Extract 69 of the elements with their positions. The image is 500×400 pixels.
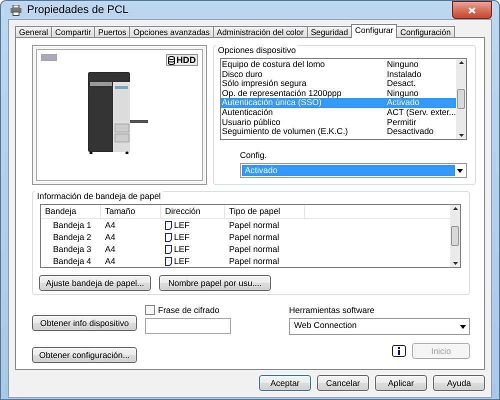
info-icon[interactable] <box>392 345 406 357</box>
checkbox[interactable] <box>145 305 155 315</box>
scrollbar[interactable] <box>456 59 466 139</box>
software-dropdown[interactable]: Web Connection <box>289 318 470 335</box>
checkbox-label: Frase de cifrado <box>158 305 220 315</box>
tab[interactable]: Compartir <box>51 26 96 38</box>
scrollbar[interactable] <box>450 205 460 267</box>
table-cell-text: A4 <box>104 255 116 267</box>
tray-button[interactable]: Nombre papel por usu.... <box>159 275 271 291</box>
table-cell-text: A4 <box>104 219 116 231</box>
caret-icon[interactable] <box>457 168 463 172</box>
get-info-button[interactable]: Obtener info dispositivo <box>32 315 137 331</box>
table-cell: LEF <box>161 219 225 231</box>
list-item[interactable]: Disco duro Instalado <box>220 70 456 80</box>
table-cell-text: Bandeja 4 <box>52 255 92 267</box>
column-header[interactable]: Bandeja <box>41 205 101 218</box>
tab[interactable]: Seguridad <box>306 26 352 38</box>
table-cell-text: Bandeja 2 <box>52 231 92 243</box>
list-item[interactable]: Usuario público Permitir <box>220 118 456 128</box>
thumbnail-icon <box>41 54 57 61</box>
close-icon <box>468 6 476 14</box>
hdd-badge: HDD <box>166 54 198 66</box>
config-label: Config. <box>240 150 268 160</box>
dialog-button[interactable]: Cancelar <box>317 375 369 391</box>
list-item[interactable]: Equipo de costura del lomo Ninguno <box>220 60 456 70</box>
printer-icon <box>10 4 22 16</box>
window-title: Propiedades de PCL <box>27 4 129 16</box>
group-title: Opciones dispositivo <box>216 45 298 55</box>
close-button[interactable] <box>452 1 492 19</box>
table-cell-text: Papel normal <box>228 219 280 231</box>
passphrase-field[interactable] <box>145 318 231 334</box>
tab[interactable]: Opciones avanzadas <box>129 26 214 38</box>
tab[interactable]: Configurar <box>351 24 398 38</box>
up-arrow-icon[interactable] <box>458 61 464 64</box>
table-cell-text: A4 <box>104 231 116 243</box>
tray-button[interactable]: Ajuste bandeja de papel... <box>39 275 151 291</box>
group-title: Información de bandeja de papel <box>35 191 163 201</box>
table-cell-text: A4 <box>104 243 116 255</box>
dialog-button[interactable]: Aceptar <box>259 375 311 391</box>
down-arrow-icon[interactable] <box>452 262 458 265</box>
dialog-button[interactable]: Aplicar <box>375 375 427 391</box>
table-cell: LEF <box>161 243 225 255</box>
scrollbar-thumb[interactable] <box>451 226 459 246</box>
table-cell: LEF <box>161 255 225 267</box>
dialog-button[interactable]: Ayuda <box>433 375 485 391</box>
scrollbar-thumb[interactable] <box>457 89 465 109</box>
software-label: Herramientas software <box>289 305 376 315</box>
table-cell: LEF <box>161 231 225 243</box>
tab[interactable]: Configuración <box>396 26 455 38</box>
get-config-button[interactable]: Obtener configuración... <box>32 347 137 363</box>
table-cell-text: Bandeja 1 <box>52 219 92 231</box>
table-cell-text: Papel normal <box>228 243 280 255</box>
table-cell-text: Papel normal <box>228 255 280 267</box>
tab[interactable]: Puertos <box>94 26 130 38</box>
column-header[interactable]: Tipo de papel <box>225 205 305 218</box>
column-header[interactable]: Tamaño <box>101 205 161 218</box>
list-item[interactable]: Autenticación ACT (Serv. exter... <box>220 108 456 118</box>
disk-icon <box>168 56 176 64</box>
table-cell-text: Bandeja 3 <box>52 243 92 255</box>
table-cell-text: Papel normal <box>228 231 280 243</box>
column-header[interactable]: Dirección <box>161 205 225 218</box>
down-arrow-icon[interactable] <box>458 134 464 137</box>
list-item[interactable]: Op. de representación 1200ppp Ninguno <box>220 88 456 98</box>
tab[interactable]: Administración del color <box>212 26 308 38</box>
tab[interactable]: General <box>15 26 52 38</box>
list-item[interactable]: Sólo impresión segura Desact. <box>220 79 456 89</box>
caret-icon[interactable] <box>460 324 466 328</box>
up-arrow-icon[interactable] <box>452 207 458 210</box>
list-item[interactable]: Seguimiento de volumen (E.K.C.) Desactivado <box>220 127 456 137</box>
